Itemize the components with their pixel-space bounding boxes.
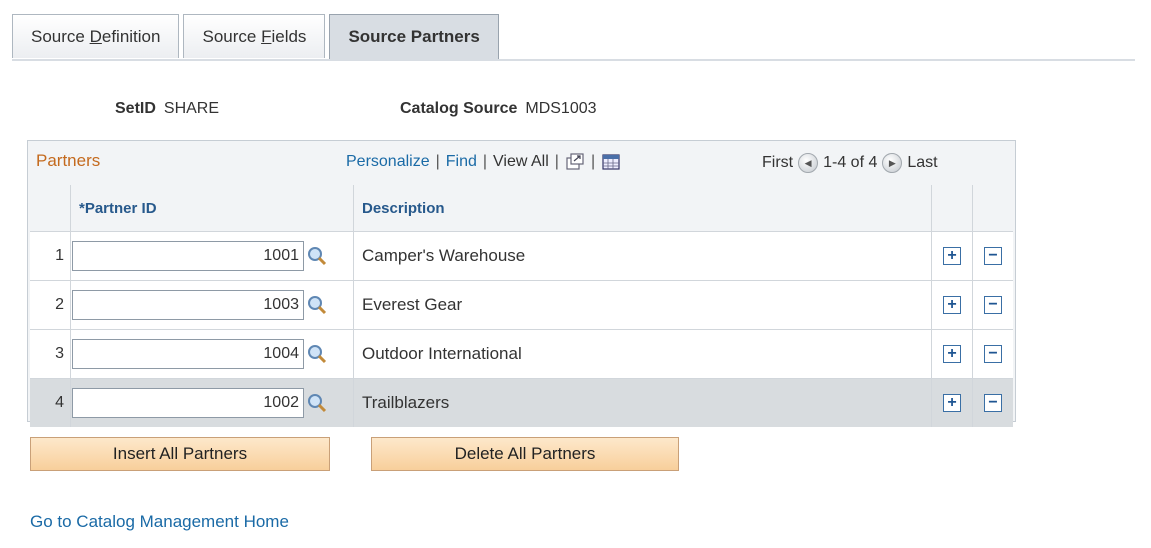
partner-id-input[interactable]: 1002 bbox=[72, 388, 304, 418]
catalog-management-home-link[interactable]: Go to Catalog Management Home bbox=[30, 512, 289, 532]
lookup-icon[interactable] bbox=[306, 245, 328, 267]
row-number: 2 bbox=[30, 280, 71, 330]
partner-description: Outdoor International bbox=[353, 329, 932, 379]
grid-title: Partners bbox=[36, 151, 101, 170]
partner-id-input[interactable]: 1001 bbox=[72, 241, 304, 271]
setid-value: SHARE bbox=[163, 100, 220, 117]
delete-row-button[interactable]: − bbox=[984, 247, 1002, 265]
catalog-source-label: Catalog Source bbox=[400, 100, 518, 117]
previous-arrow-icon[interactable]: ◀ bbox=[798, 153, 819, 173]
partner-description: Everest Gear bbox=[353, 280, 932, 330]
col-description[interactable]: Description bbox=[353, 185, 932, 232]
col-partner-id[interactable]: *Partner ID bbox=[70, 185, 354, 232]
row-number: 4 bbox=[30, 378, 71, 427]
grid-pager: First ◀ 1-4 of 4 ▶ Last bbox=[762, 153, 938, 173]
download-spreadsheet-icon[interactable] bbox=[601, 153, 621, 171]
last-label: Last bbox=[907, 154, 938, 171]
row-number: 3 bbox=[30, 329, 71, 379]
row-range: 1-4 of 4 bbox=[823, 154, 878, 171]
tab-source-partners[interactable]: Source Partners bbox=[329, 14, 499, 60]
grid-toolbar: Personalize | Find | View All | | bbox=[346, 153, 621, 171]
next-arrow-icon[interactable]: ▶ bbox=[882, 153, 903, 173]
personalize-link[interactable]: Personalize bbox=[346, 153, 430, 171]
table-row: 2 1003 Everest Gear + − bbox=[30, 280, 1013, 330]
table-row: 3 1004 Outdoor International + − bbox=[30, 329, 1013, 379]
partner-description: Trailblazers bbox=[353, 378, 932, 427]
add-row-button[interactable]: + bbox=[943, 247, 961, 265]
tab-bar: Source Definition Source Fields Source P… bbox=[12, 14, 503, 60]
find-link[interactable]: Find bbox=[446, 153, 477, 171]
tab-divider bbox=[12, 59, 1135, 61]
table-row: 4 1002 Trailblazers + − bbox=[30, 378, 1013, 427]
setid-field: SetID SHARE bbox=[115, 100, 219, 118]
delete-row-button[interactable]: − bbox=[984, 296, 1002, 314]
table-row: 1 1001 Camper's Warehouse + − bbox=[30, 231, 1013, 281]
lookup-icon[interactable] bbox=[306, 343, 328, 365]
delete-row-button[interactable]: − bbox=[984, 345, 1002, 363]
partner-id-input[interactable]: 1003 bbox=[72, 290, 304, 320]
partners-grid: Partners Personalize | Find | View All |… bbox=[27, 140, 1016, 427]
partners-table: *Partner ID Description 1 1001 Camper's … bbox=[30, 185, 1013, 427]
add-row-button[interactable]: + bbox=[943, 345, 961, 363]
delete-all-partners-button[interactable]: Delete All Partners bbox=[371, 437, 679, 471]
delete-row-button[interactable]: − bbox=[984, 394, 1002, 412]
zoom-grid-icon[interactable] bbox=[565, 153, 585, 171]
add-row-button[interactable]: + bbox=[943, 394, 961, 412]
catalog-source-value: MDS1003 bbox=[525, 100, 597, 117]
partner-description: Camper's Warehouse bbox=[353, 231, 932, 281]
add-row-button[interactable]: + bbox=[943, 296, 961, 314]
tab-source-definition[interactable]: Source Definition bbox=[12, 14, 180, 58]
insert-all-partners-button[interactable]: Insert All Partners bbox=[30, 437, 330, 471]
lookup-icon[interactable] bbox=[306, 392, 328, 414]
view-all-link[interactable]: View All bbox=[493, 153, 549, 171]
catalog-source-field: Catalog Source MDS1003 bbox=[400, 100, 597, 118]
first-label: First bbox=[762, 154, 794, 171]
setid-label: SetID bbox=[115, 100, 156, 117]
lookup-icon[interactable] bbox=[306, 294, 328, 316]
row-number: 1 bbox=[30, 231, 71, 281]
table-header-row: *Partner ID Description bbox=[30, 185, 1013, 232]
tab-source-fields[interactable]: Source Fields bbox=[183, 14, 326, 58]
partner-id-input[interactable]: 1004 bbox=[72, 339, 304, 369]
